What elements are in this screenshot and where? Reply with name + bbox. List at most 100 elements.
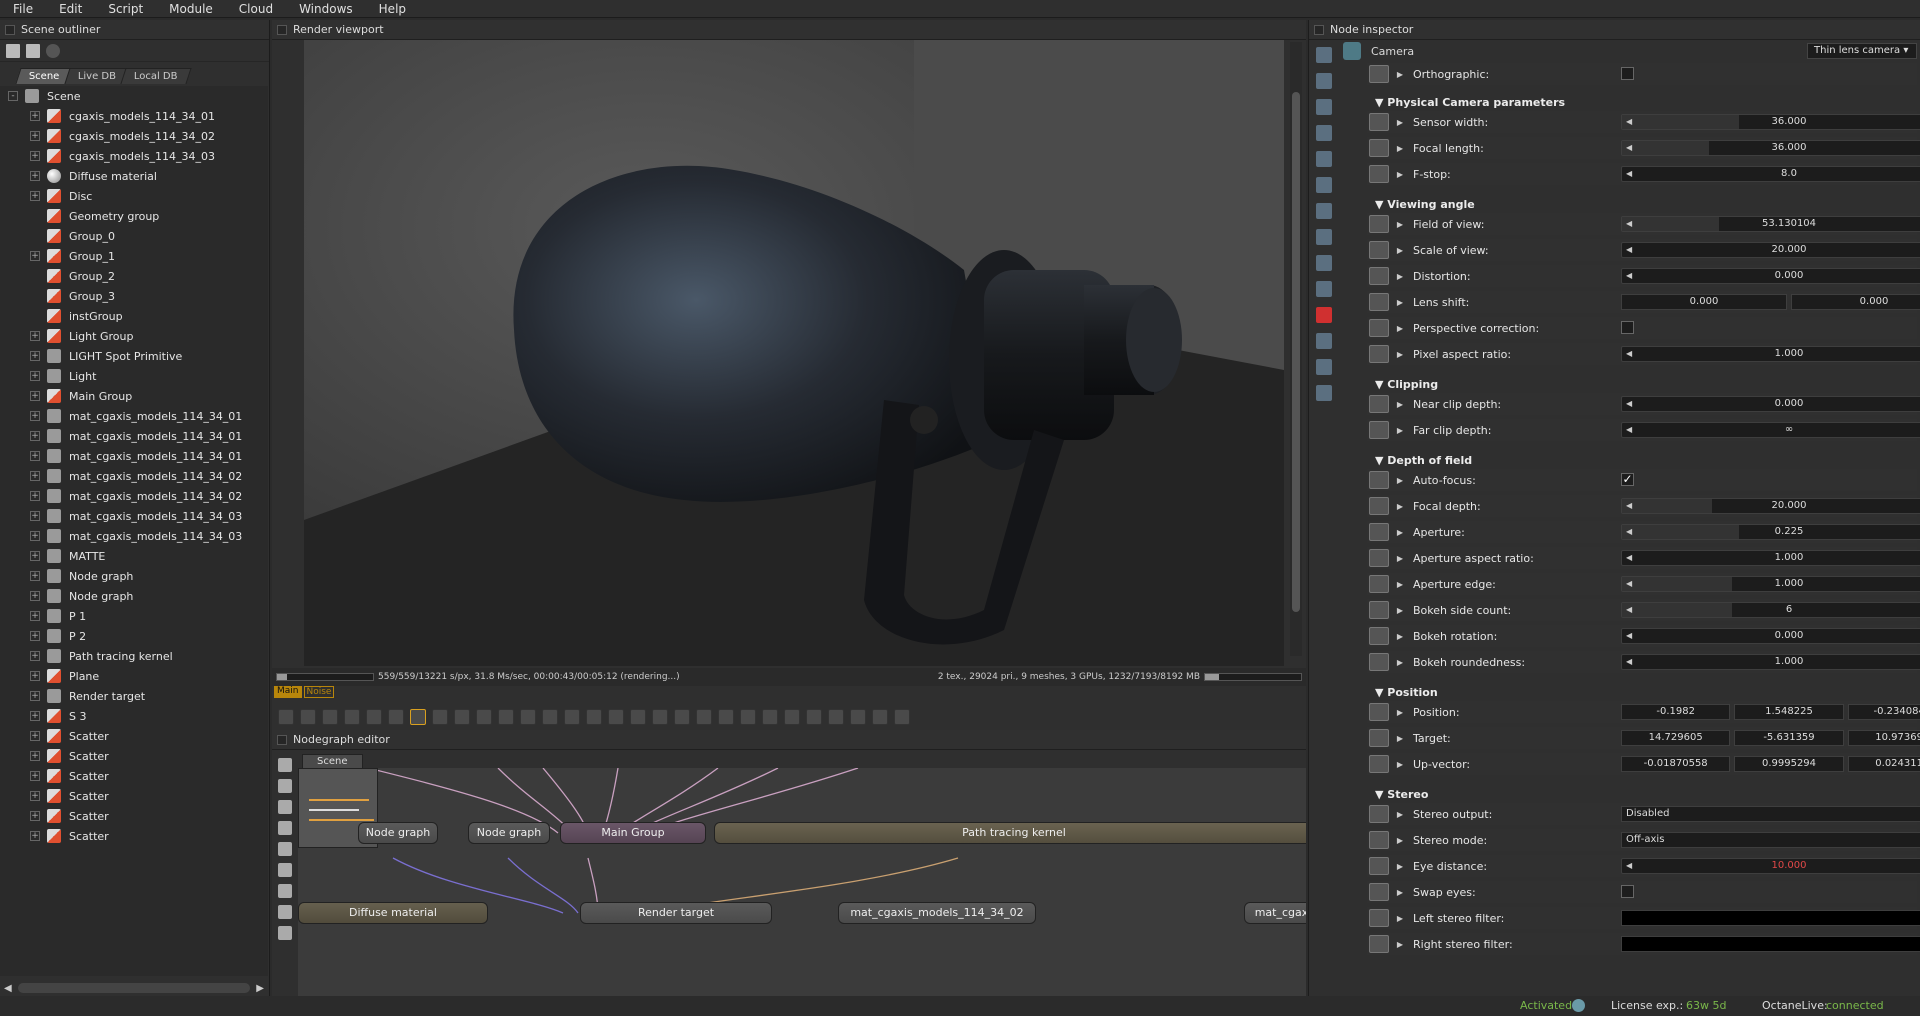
expand-toggle-icon[interactable]: + [30,691,40,701]
lens-shift-y-field[interactable]: 0.000 [1791,294,1920,310]
tree-item[interactable]: + Node graph [0,586,268,606]
tree-item[interactable]: + Scatter [0,746,268,766]
panel-float-checkbox[interactable] [277,734,287,745]
light-icon[interactable] [1316,203,1332,219]
expand-toggle-icon[interactable]: + [30,111,40,121]
tree-item[interactable]: Group_2 [0,266,268,286]
expand-triangle-icon[interactable]: ▶ [1393,810,1407,819]
pin-icon[interactable] [1369,703,1389,721]
expand-triangle-icon[interactable]: ▶ [1393,632,1407,641]
expand-triangle-icon[interactable]: ▶ [1393,272,1407,281]
node-tree-icon[interactable] [1316,73,1332,89]
material-node[interactable]: mat_cgaxis_models_114_34_02 [838,902,1036,924]
expand-triangle-icon[interactable]: ▶ [1393,144,1407,153]
tree-item[interactable]: + Node graph [0,566,268,586]
bokeh-roundedness-slider[interactable]: ◀1.000▶ [1621,654,1920,670]
section-viewing[interactable]: ▼ Viewing angle [1375,198,1475,211]
menu-cloud[interactable]: Cloud [226,2,286,16]
stereo-output-select[interactable]: Disabled▾ [1621,806,1920,822]
pin-icon[interactable] [1369,909,1389,927]
panel-float-checkbox[interactable] [5,24,15,35]
expand-toggle-icon[interactable]: + [30,631,40,641]
reset-camera-icon[interactable] [278,709,294,725]
pin-icon[interactable] [1369,65,1389,83]
arrange-icon[interactable] [278,779,292,793]
pin-icon[interactable] [1369,293,1389,311]
expand-triangle-icon[interactable]: ▶ [1393,70,1407,79]
expand-toggle-icon[interactable]: + [30,431,40,441]
expand-toggle-icon[interactable]: + [30,531,40,541]
tree-item[interactable]: + Diffuse material [0,166,268,186]
tree-item[interactable]: + Scatter [0,806,268,826]
main-pass-tag[interactable]: Main [274,686,302,698]
collapse-icon[interactable] [6,43,20,58]
tree-item[interactable]: + P 1 [0,606,268,626]
material-icon[interactable] [1316,125,1332,141]
focal-length-slider[interactable]: ◀36.000▶ [1621,140,1920,156]
noise-pass-tag[interactable]: Noise [303,686,335,698]
tree-item[interactable]: instGroup [0,306,268,326]
clock-icon[interactable] [1316,255,1332,271]
expand-triangle-icon[interactable]: ▶ [1393,220,1407,229]
tree-item[interactable]: Group_3 [0,286,268,306]
export-icon[interactable] [696,709,712,725]
tab-live-db[interactable]: Live DB [63,68,130,84]
focal-depth-slider[interactable]: ◀20.000▶ [1621,498,1920,514]
pin-icon[interactable] [1369,267,1389,285]
expand-triangle-icon[interactable]: ▶ [1393,940,1407,949]
tree-item[interactable]: + Scatter [0,786,268,806]
expand-toggle-icon[interactable]: + [30,771,40,781]
scroll-left-icon[interactable]: ◀ [4,983,12,994]
node-list-icon[interactable] [1316,47,1332,63]
tree-item[interactable]: + Disc [0,186,268,206]
viewport-vscroll[interactable] [1290,42,1302,656]
recenter-icon[interactable] [300,709,316,725]
pin-icon[interactable] [1369,729,1389,747]
far-clip-slider[interactable]: ◀∞▶ [1621,422,1920,438]
render-target-icon[interactable] [1316,229,1332,245]
pin-icon[interactable] [1369,113,1389,131]
tree-item[interactable]: + cgaxis_models_114_34_02 [0,126,268,146]
expand-toggle-icon[interactable]: + [30,551,40,561]
object-picker-icon[interactable] [542,709,558,725]
pin-icon[interactable] [1369,165,1389,183]
pin-icon[interactable] [1369,139,1389,157]
pin-icon[interactable] [1369,395,1389,413]
picture-icon[interactable] [1316,359,1332,375]
section-dof[interactable]: ▼ Depth of field [1375,454,1472,467]
expand-triangle-icon[interactable]: ▶ [1393,528,1407,537]
expand-triangle-icon[interactable]: ▶ [1393,118,1407,127]
section-position[interactable]: ▼ Position [1375,686,1438,699]
field-of-view-slider[interactable]: ◀53.130104▶ [1621,216,1920,232]
swap-eyes-checkbox[interactable] [1621,885,1634,898]
main-group-node[interactable]: Main Group [560,822,706,844]
expand-triangle-icon[interactable]: ▶ [1393,658,1407,667]
expand-triangle-icon[interactable]: ▶ [1393,246,1407,255]
pin-icon[interactable] [1369,755,1389,773]
render-pass-icon[interactable] [652,709,668,725]
pixel-aspect-slider[interactable]: ◀1.000▶ [1621,346,1920,362]
position-x-field[interactable]: -0.1982 [1621,704,1731,720]
bokeh-rotation-slider[interactable]: ◀0.000▶ [1621,628,1920,644]
expand-toggle-icon[interactable]: + [30,191,40,201]
scale-of-view-slider[interactable]: ◀20.000▶ [1621,242,1920,258]
pin-icon[interactable] [1369,471,1389,489]
expand-toggle-icon[interactable]: + [30,731,40,741]
gizmo-move-icon[interactable] [828,709,844,725]
refresh-icon[interactable] [46,43,60,58]
expand-triangle-icon[interactable]: ▶ [1393,554,1407,563]
start-icon[interactable] [410,709,426,725]
pin-icon[interactable] [1369,627,1389,645]
expand-toggle-icon[interactable]: + [30,511,40,521]
pin-icon[interactable] [1369,421,1389,439]
octane-logo-icon[interactable] [278,758,292,772]
tree-item[interactable]: + Scatter [0,766,268,786]
tree-item[interactable]: + Path tracing kernel [0,646,268,666]
position-z-field[interactable]: -0.2340849 [1847,704,1920,720]
save-render-state-icon[interactable] [762,709,778,725]
auto-focus-checkbox[interactable]: ✓ [1621,473,1634,486]
expand-triangle-icon[interactable]: ▶ [1393,400,1407,409]
sun-icon[interactable] [1316,385,1332,401]
node-graph-node[interactable]: Node graph [358,822,438,844]
red-cube-icon[interactable] [1316,307,1332,323]
